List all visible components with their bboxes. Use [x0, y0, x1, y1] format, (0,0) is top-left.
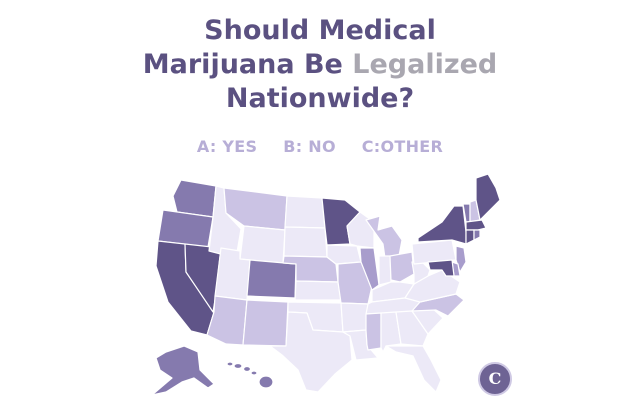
state-MA [465, 219, 487, 231]
state-OH [389, 251, 415, 283]
state-NM [242, 299, 289, 347]
state-ME [475, 173, 501, 221]
state-CT [465, 229, 475, 245]
state-NY [417, 205, 467, 245]
state-WA [172, 179, 217, 218]
us-map [151, 173, 501, 396]
state-KS [294, 280, 342, 301]
state-HI [226, 361, 274, 389]
state-WY [239, 225, 286, 264]
state-FL [385, 345, 442, 393]
state-SD [283, 226, 328, 258]
state-AK [151, 345, 215, 396]
state-CO [246, 259, 297, 299]
brand-logo: C [478, 362, 512, 396]
state-MS [365, 312, 382, 351]
state-ND [284, 195, 326, 229]
state-IN [378, 255, 392, 286]
state-RI [473, 229, 481, 241]
logo-glyph: C [488, 369, 502, 388]
state-IA [326, 244, 362, 265]
state-AR [340, 302, 369, 333]
